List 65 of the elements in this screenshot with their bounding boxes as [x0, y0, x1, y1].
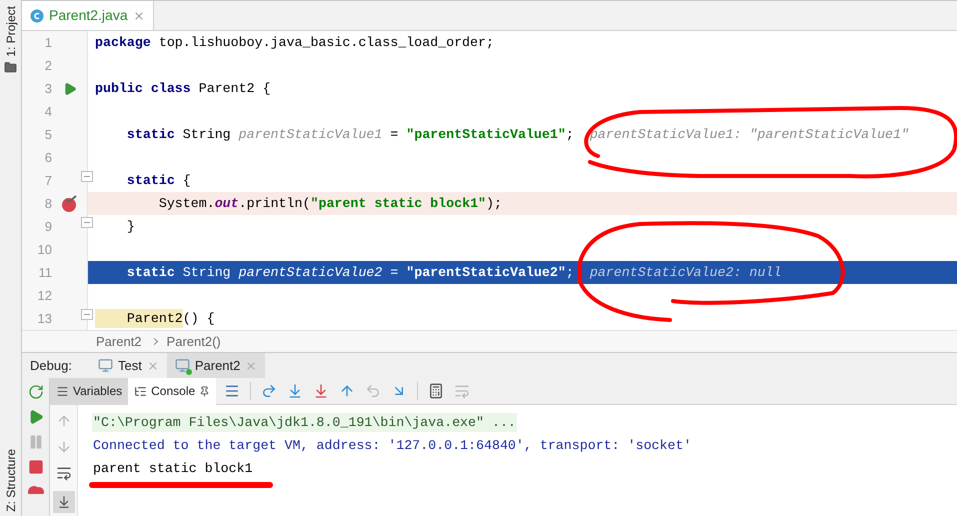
- line-number: 4: [44, 102, 52, 121]
- structure-tool-tab[interactable]: Z: Structure: [2, 449, 20, 512]
- run-config-icon: [174, 358, 190, 373]
- debug-session-tab[interactable]: Parent2: [166, 352, 266, 378]
- code-line: }: [126, 218, 135, 236]
- inline-value-hint: parentStaticValue2: null: [590, 264, 782, 282]
- code-line: public class Parent2 {: [95, 80, 271, 98]
- scroll-to-end-button[interactable]: [52, 491, 74, 513]
- up-arrow-icon[interactable]: [56, 413, 72, 429]
- variables-icon: [56, 384, 69, 398]
- breakpoint-icon[interactable]: [60, 194, 78, 212]
- run-config-icon: [98, 358, 113, 373]
- line-number: 7: [44, 172, 52, 190]
- code-line: static {: [126, 172, 191, 190]
- run-icon[interactable]: [62, 82, 76, 96]
- resume-icon[interactable]: [28, 409, 44, 425]
- project-tool-tab[interactable]: 1: Project: [2, 6, 20, 57]
- line-number: 13: [36, 310, 52, 328]
- folder-icon: [4, 60, 17, 74]
- frames-icon[interactable]: [224, 383, 240, 399]
- drop-frame-icon[interactable]: [365, 383, 382, 399]
- fold-icon[interactable]: [81, 217, 93, 228]
- debug-session-tab[interactable]: Test: [90, 352, 167, 378]
- down-arrow-icon[interactable]: [56, 439, 72, 455]
- close-icon[interactable]: [146, 360, 159, 372]
- stop-icon[interactable]: [28, 459, 44, 475]
- line-number: 5: [44, 126, 52, 144]
- console-line: parent static block1: [92, 460, 254, 478]
- pin-icon[interactable]: [199, 386, 210, 396]
- trace-icon[interactable]: [454, 383, 470, 399]
- code-line: static String parentStaticValue2 = "parentStaticValue2";: [126, 264, 574, 282]
- breadcrumb[interactable]: Parent2: [96, 332, 142, 352]
- breakpoints-icon[interactable]: [28, 484, 44, 494]
- line-number: 2: [44, 56, 52, 75]
- line-number: 6: [44, 148, 52, 167]
- breadcrumb[interactable]: Parent2(): [166, 332, 221, 352]
- pause-icon[interactable]: [28, 434, 44, 450]
- rerun-icon[interactable]: [28, 384, 44, 400]
- fold-icon[interactable]: [81, 309, 93, 320]
- debug-label: Debug:: [29, 356, 73, 375]
- evaluate-icon[interactable]: [428, 383, 444, 399]
- console-icon: [134, 384, 148, 398]
- line-number: 1: [44, 34, 52, 52]
- editor-tab[interactable]: Parent2.java: [22, 1, 154, 30]
- line-number: 3: [44, 80, 52, 98]
- soft-wrap-icon[interactable]: [56, 465, 72, 481]
- code-line: package top.lishuoboy.java_basic.class_load_order;: [95, 34, 494, 52]
- line-number: 9: [44, 218, 52, 236]
- step-over-icon[interactable]: [261, 383, 278, 399]
- line-number: 12: [36, 286, 52, 305]
- panel-tab[interactable]: Variables: [50, 378, 128, 404]
- code-line: System.out.println("parent static block1");: [158, 194, 502, 213]
- scroll-to-end-icon: [56, 495, 70, 509]
- line-number: 8: [44, 194, 52, 213]
- class-file-icon: [30, 8, 44, 22]
- line-number: 11: [38, 264, 52, 282]
- line-number: 10: [36, 240, 52, 259]
- fold-icon[interactable]: [81, 171, 93, 182]
- code-line: static String parentStaticValue1 = "parentStaticValue1";: [126, 126, 574, 144]
- code-line: Parent2() {: [95, 308, 215, 328]
- console-line: Connected to the target VM, address: '127.0.0.1:64840', transport: 'socket': [92, 436, 692, 455]
- close-icon[interactable]: [245, 360, 258, 372]
- panel-tab[interactable]: Console: [128, 378, 216, 404]
- close-icon[interactable]: [132, 10, 145, 22]
- inline-value-hint: parentStaticValue1: "parentStaticValue1": [590, 126, 909, 144]
